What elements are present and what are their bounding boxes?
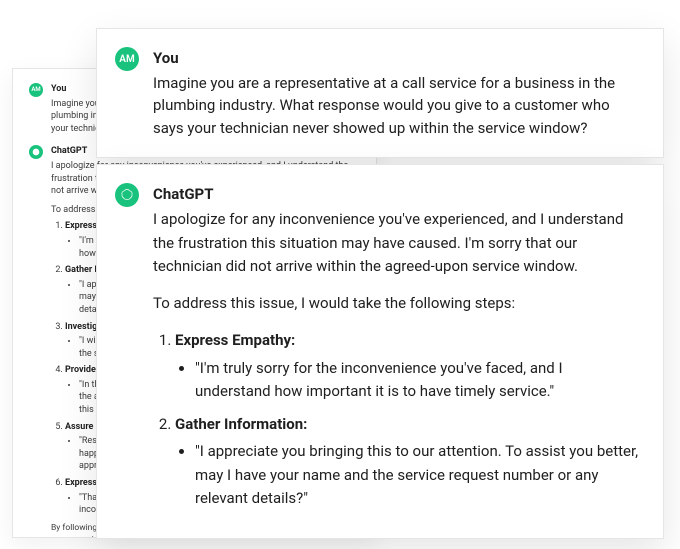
list-item: Gather Information: "I appreciate you br… (175, 413, 641, 510)
list-item: "I appreciate you bringing this to our a… (195, 440, 641, 510)
openai-logo-icon (120, 188, 134, 202)
front-gpt-name: ChatGPT (153, 183, 641, 206)
front-gpt-p1: I apologize for any inconvenience you've… (153, 208, 641, 278)
front-user-text: Imagine you are a representative at a ca… (153, 72, 641, 140)
step-title: Express Empathy: (175, 331, 295, 349)
assistant-avatar (29, 145, 43, 159)
front-user-name: You (153, 47, 641, 70)
front-gpt-steps: Express Empathy: "I'm truly sorry for th… (153, 329, 641, 510)
user-avatar: AM (115, 47, 139, 71)
step-title: Gather Information: (175, 415, 307, 433)
front-gpt-card: ChatGPT I apologize for any inconvenienc… (96, 164, 664, 539)
list-item: "I'm truly sorry for the inconvenience y… (195, 357, 641, 404)
front-gpt-p2: To address this issue, I would take the … (153, 292, 641, 315)
list-item: Express Empathy: "I'm truly sorry for th… (175, 329, 641, 403)
assistant-avatar (115, 183, 139, 207)
front-user-card: AM You Imagine you are a representative … (96, 28, 664, 158)
user-avatar: AM (29, 83, 43, 97)
